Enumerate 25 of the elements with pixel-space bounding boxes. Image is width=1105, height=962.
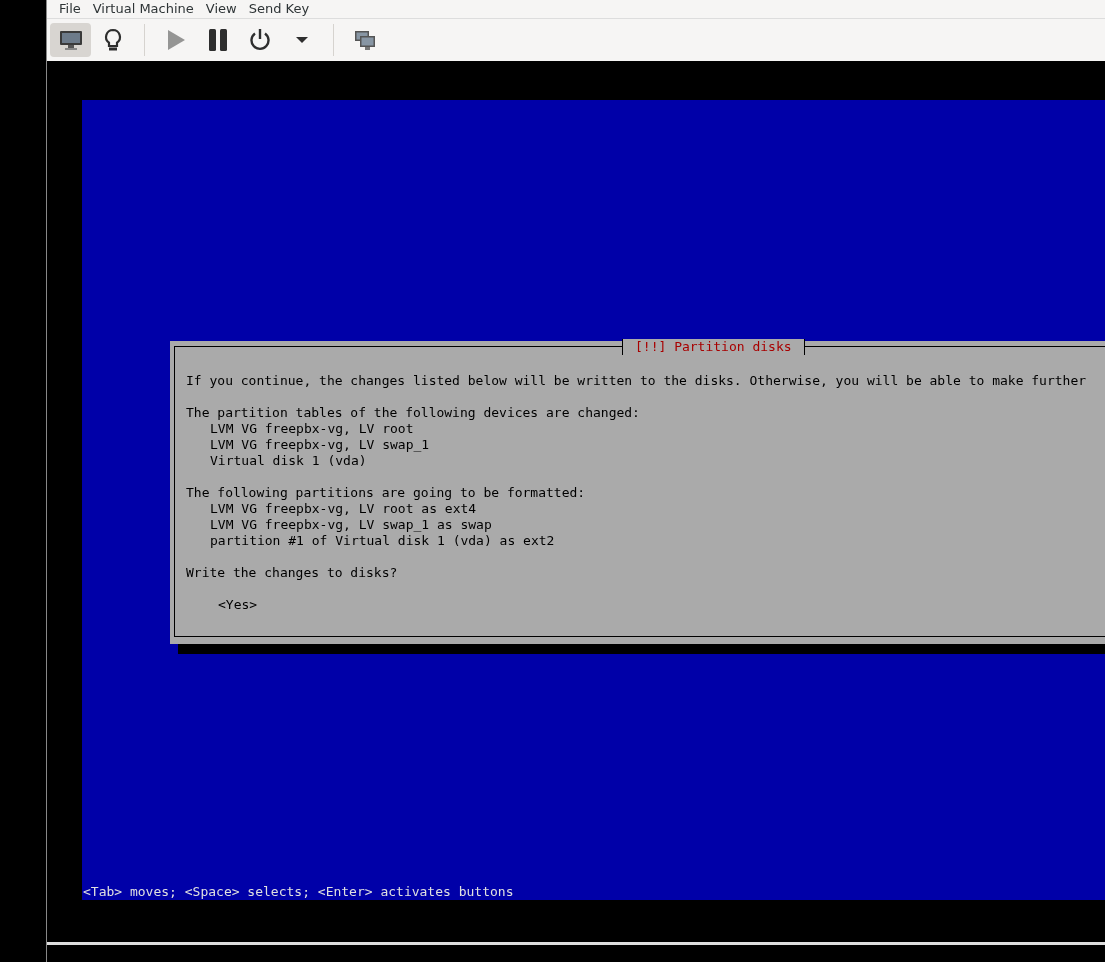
yes-button[interactable]: <Yes>: [218, 597, 258, 613]
screens-icon: [354, 29, 376, 51]
list-item: LVM VG freepbx-vg, LV root as ext4: [210, 501, 477, 517]
menu-item[interactable]: Virtual Machine: [86, 2, 200, 16]
section-heading: The following partitions are going to be formatted:: [186, 485, 586, 501]
dialog-question: Write the changes to disks?: [186, 565, 398, 581]
dialog-text: If you continue, the changes listed below will be written to the disks. Otherwise, you will be able to make further: [186, 373, 1087, 389]
list-item: Virtual disk 1 (vda): [210, 453, 367, 469]
list-item: LVM VG freepbx-vg, LV swap_1: [210, 437, 430, 453]
play-icon: [165, 28, 187, 52]
menu-item[interactable]: View: [199, 2, 243, 16]
list-item: partition #1 of Virtual disk 1 (vda) as ext2: [210, 533, 555, 549]
menu-item[interactable]: File: [53, 2, 87, 16]
caret-icon: [295, 35, 309, 45]
list-item: LVM VG freepbx-vg, LV root: [210, 421, 414, 437]
monitor-button[interactable]: [50, 23, 91, 57]
help-line: <Tab> moves; <Space> selects; <Enter> activates buttons: [83, 884, 514, 900]
section-heading: The partition tables of the following devices are changed:: [186, 405, 640, 421]
list-item: LVM VG freepbx-vg, LV swap_1 as swap: [210, 517, 492, 533]
pause-icon: [208, 28, 228, 52]
menu-item[interactable]: Send Key: [242, 2, 316, 16]
power-icon: [248, 28, 272, 52]
dialog-title: [!!] Partition disks: [622, 339, 805, 355]
monitor-icon: [57, 29, 84, 51]
lightbulb-icon: [103, 28, 123, 52]
